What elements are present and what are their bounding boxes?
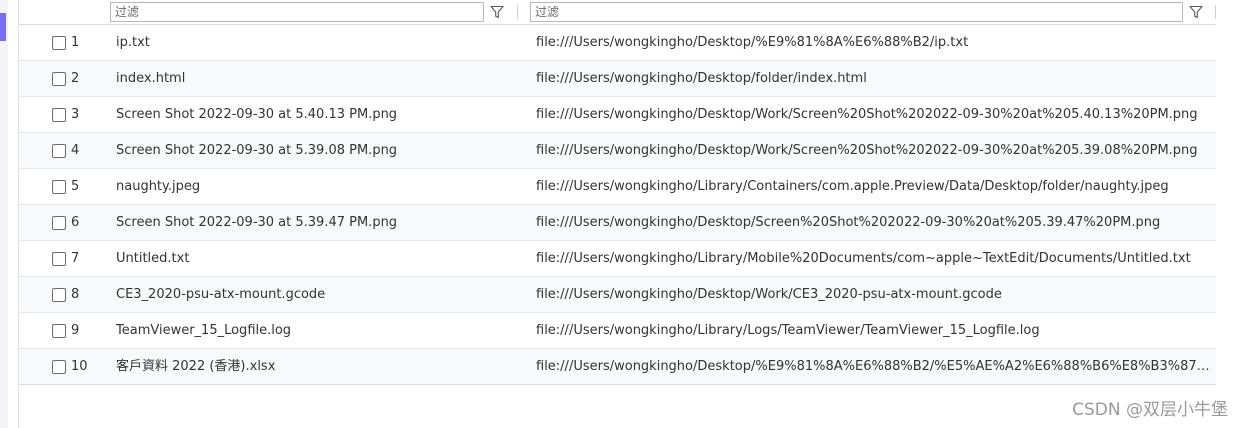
name-filter-input[interactable]: 过滤 <box>110 2 484 22</box>
file-name-cell: Screen Shot 2022-09-30 at 5.40.13 PM.png <box>116 107 398 122</box>
row-number: 8 <box>71 287 80 302</box>
file-path-cell: file:///Users/wongkingho/Desktop/Work/CE… <box>536 287 1002 302</box>
file-name-cell: 客戶資料 2022 (香港).xlsx <box>116 359 276 374</box>
table-row[interactable]: 1 ip.txt file:///Users/wongkingho/Deskto… <box>19 25 1216 61</box>
file-name-cell: Screen Shot 2022-09-30 at 5.39.08 PM.png <box>116 143 398 158</box>
funnel-icon <box>1189 5 1203 19</box>
file-name-cell: naughty.jpeg <box>116 179 201 194</box>
table-row[interactable]: 8 CE3_2020-psu-atx-mount.gcode file:///U… <box>19 277 1216 313</box>
file-name-cell: CE3_2020-psu-atx-mount.gcode <box>116 287 326 302</box>
file-path-cell: file:///Users/wongkingho/Desktop/folder/… <box>536 71 867 86</box>
file-name-cell: TeamViewer_15_Logfile.log <box>116 323 292 338</box>
path-filter-input[interactable]: 过滤 <box>530 2 1183 22</box>
file-path-cell: file:///Users/wongkingho/Desktop/Work/Sc… <box>536 143 1198 158</box>
row-checkbox[interactable] <box>52 72 66 86</box>
row-number: 7 <box>71 251 80 266</box>
file-path-cell: file:///Users/wongkingho/Desktop/%E9%81%… <box>536 35 969 50</box>
row-checkbox[interactable] <box>52 144 66 158</box>
row-number: 9 <box>71 323 80 338</box>
row-number: 4 <box>71 143 80 158</box>
row-checkbox[interactable] <box>52 180 66 194</box>
file-name-cell: ip.txt <box>116 35 150 50</box>
file-path-cell: file:///Users/wongkingho/Library/Contain… <box>536 179 1169 194</box>
table-row[interactable]: 4 Screen Shot 2022-09-30 at 5.39.08 PM.p… <box>19 133 1216 169</box>
row-checkbox[interactable] <box>52 216 66 230</box>
row-number: 1 <box>71 35 80 50</box>
table-row[interactable]: 7 Untitled.txt file:///Users/wongkingho/… <box>19 241 1216 277</box>
filter-row: 过滤 过滤 <box>19 0 1216 25</box>
column-separator[interactable] <box>1215 5 1216 19</box>
row-checkbox[interactable] <box>52 108 66 122</box>
row-number: 2 <box>71 71 80 86</box>
table-row[interactable]: 5 naughty.jpeg file:///Users/wongkingho/… <box>19 169 1216 205</box>
table-row[interactable]: 2 index.html file:///Users/wongkingho/De… <box>19 61 1216 97</box>
table-row[interactable]: 6 Screen Shot 2022-09-30 at 5.39.47 PM.p… <box>19 205 1216 241</box>
watermark: CSDN @双层小牛堡 <box>1072 400 1228 420</box>
row-checkbox[interactable] <box>52 288 66 302</box>
table-row[interactable]: 10 客戶資料 2022 (香港).xlsx file:///Users/won… <box>19 349 1216 385</box>
row-number: 3 <box>71 107 80 122</box>
path-filter-placeholder: 过滤 <box>535 5 560 19</box>
row-checkbox[interactable] <box>52 360 66 374</box>
row-number: 10 <box>71 359 88 374</box>
file-path-cell: file:///Users/wongkingho/Desktop/Work/Sc… <box>536 107 1198 122</box>
path-filter-button[interactable] <box>1185 2 1207 22</box>
history-grid: 过滤 过滤 1 ip.txt file:///Users/wongkingho/… <box>19 0 1216 385</box>
row-checkbox[interactable] <box>52 36 66 50</box>
file-name-cell: index.html <box>116 71 186 86</box>
row-checkbox[interactable] <box>52 324 66 338</box>
row-number: 5 <box>71 179 80 194</box>
file-path-cell: file:///Users/wongkingho/Desktop/Screen%… <box>536 215 1161 230</box>
rail-accent-indicator <box>0 13 6 41</box>
row-checkbox[interactable] <box>52 252 66 266</box>
file-path-cell: file:///Users/wongkingho/Library/Mobile%… <box>536 251 1191 266</box>
grid-body: 1 ip.txt file:///Users/wongkingho/Deskto… <box>19 25 1216 385</box>
file-name-cell: Untitled.txt <box>116 251 190 266</box>
name-filter-button[interactable] <box>486 2 508 22</box>
funnel-icon <box>490 5 504 19</box>
table-row[interactable]: 3 Screen Shot 2022-09-30 at 5.40.13 PM.p… <box>19 97 1216 133</box>
row-number: 6 <box>71 215 80 230</box>
file-name-cell: Screen Shot 2022-09-30 at 5.39.47 PM.png <box>116 215 398 230</box>
name-filter-placeholder: 过滤 <box>115 5 140 19</box>
left-rail <box>0 0 8 428</box>
column-separator[interactable] <box>517 5 518 19</box>
file-path-cell: file:///Users/wongkingho/Desktop/%E9%81%… <box>536 359 1211 374</box>
file-path-cell: file:///Users/wongkingho/Library/Logs/Te… <box>536 323 1040 338</box>
table-row[interactable]: 9 TeamViewer_15_Logfile.log file:///User… <box>19 313 1216 349</box>
